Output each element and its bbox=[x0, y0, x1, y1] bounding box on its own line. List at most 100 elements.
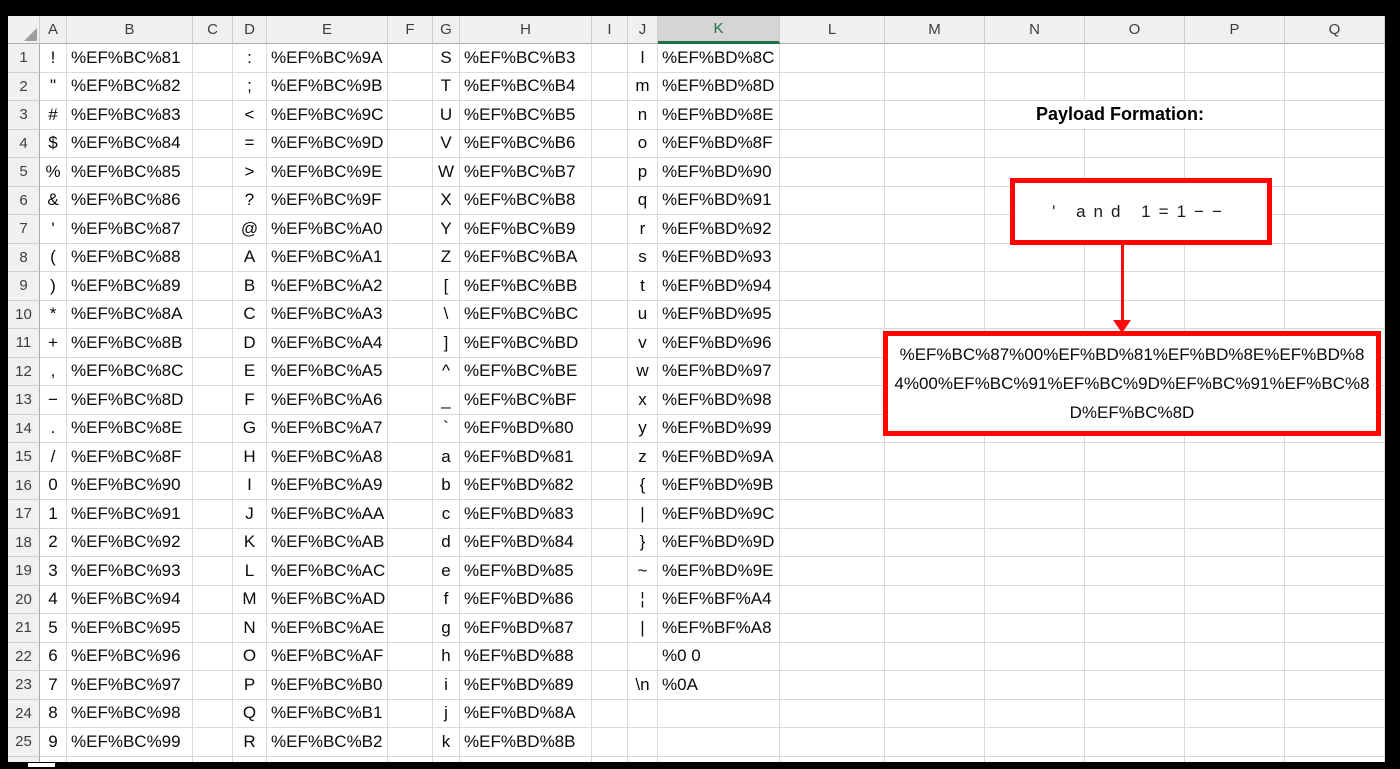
cell-p9[interactable] bbox=[1185, 272, 1285, 301]
cell-l11[interactable] bbox=[780, 329, 885, 358]
cell-k11[interactable]: %EF%BD%96 bbox=[658, 329, 780, 358]
cell-f6[interactable] bbox=[388, 186, 433, 215]
cell-l6[interactable] bbox=[780, 186, 885, 215]
cell-m10[interactable] bbox=[885, 300, 985, 329]
cell-p25[interactable] bbox=[1185, 728, 1285, 757]
cell-p[interactable] bbox=[1185, 756, 1285, 762]
cell-l5[interactable] bbox=[780, 158, 885, 187]
cell-o24[interactable] bbox=[1085, 699, 1185, 728]
row-header-9[interactable]: 9 bbox=[8, 272, 40, 301]
row-header-7[interactable]: 7 bbox=[8, 215, 40, 244]
row-header-4[interactable]: 4 bbox=[8, 129, 40, 158]
cell-e1[interactable]: %EF%BC%9A bbox=[267, 44, 388, 73]
cell-i18[interactable] bbox=[592, 528, 628, 557]
cell-n17[interactable] bbox=[985, 500, 1085, 529]
cell-c2[interactable] bbox=[193, 72, 233, 101]
column-header-f[interactable]: F bbox=[388, 16, 433, 44]
cell-g5[interactable]: W bbox=[433, 158, 460, 187]
cell-q4[interactable] bbox=[1285, 129, 1385, 158]
payload-input-box[interactable]: ' and 1=1−− bbox=[1010, 178, 1272, 245]
cell-g21[interactable]: g bbox=[433, 614, 460, 643]
cell-o2[interactable] bbox=[1085, 72, 1185, 101]
cell-j15[interactable]: z bbox=[628, 443, 658, 472]
cell-m16[interactable] bbox=[885, 471, 985, 500]
cell-h12[interactable]: %EF%BC%BE bbox=[460, 357, 592, 386]
cell-n23[interactable] bbox=[985, 671, 1085, 700]
cell-c25[interactable] bbox=[193, 728, 233, 757]
cell-a25[interactable]: 9 bbox=[40, 728, 67, 757]
cell-f1[interactable] bbox=[388, 44, 433, 73]
row-header-19[interactable]: 19 bbox=[8, 557, 40, 586]
cell-f23[interactable] bbox=[388, 671, 433, 700]
cell-k20[interactable]: %EF%BF%A4 bbox=[658, 585, 780, 614]
cell-c24[interactable] bbox=[193, 699, 233, 728]
cell-i25[interactable] bbox=[592, 728, 628, 757]
cell-l18[interactable] bbox=[780, 528, 885, 557]
cell-a19[interactable]: 3 bbox=[40, 557, 67, 586]
cell-c18[interactable] bbox=[193, 528, 233, 557]
cell-o22[interactable] bbox=[1085, 642, 1185, 671]
cell-h5[interactable]: %EF%BC%B7 bbox=[460, 158, 592, 187]
cell-l14[interactable] bbox=[780, 414, 885, 443]
cell-j24[interactable] bbox=[628, 699, 658, 728]
cell-l[interactable] bbox=[780, 756, 885, 762]
row-header-13[interactable]: 13 bbox=[8, 386, 40, 415]
cell-b21[interactable]: %EF%BC%95 bbox=[67, 614, 193, 643]
cell-l25[interactable] bbox=[780, 728, 885, 757]
cell-i20[interactable] bbox=[592, 585, 628, 614]
cell-e16[interactable]: %EF%BC%A9 bbox=[267, 471, 388, 500]
cell-d12[interactable]: E bbox=[233, 357, 267, 386]
cell-l3[interactable] bbox=[780, 101, 885, 130]
cell-q1[interactable] bbox=[1285, 44, 1385, 73]
cell-c8[interactable] bbox=[193, 243, 233, 272]
cell-e20[interactable]: %EF%BC%AD bbox=[267, 585, 388, 614]
cell-c21[interactable] bbox=[193, 614, 233, 643]
cell-m4[interactable] bbox=[885, 129, 985, 158]
cell-e12[interactable]: %EF%BC%A5 bbox=[267, 357, 388, 386]
cell-j[interactable] bbox=[628, 756, 658, 762]
cell-h23[interactable]: %EF%BD%89 bbox=[460, 671, 592, 700]
cell-c7[interactable] bbox=[193, 215, 233, 244]
cell-n18[interactable] bbox=[985, 528, 1085, 557]
cell-k22[interactable]: %0 0 bbox=[658, 642, 780, 671]
cell-e8[interactable]: %EF%BC%A1 bbox=[267, 243, 388, 272]
cell-n9[interactable] bbox=[985, 272, 1085, 301]
cell-j18[interactable]: } bbox=[628, 528, 658, 557]
cell-i1[interactable] bbox=[592, 44, 628, 73]
cell-e15[interactable]: %EF%BC%A8 bbox=[267, 443, 388, 472]
cell-m6[interactable] bbox=[885, 186, 985, 215]
cell-c13[interactable] bbox=[193, 386, 233, 415]
cell-j17[interactable]: | bbox=[628, 500, 658, 529]
cell-b24[interactable]: %EF%BC%98 bbox=[67, 699, 193, 728]
cell-l22[interactable] bbox=[780, 642, 885, 671]
cell-o18[interactable] bbox=[1085, 528, 1185, 557]
cell-a13[interactable]: − bbox=[40, 386, 67, 415]
cell-g4[interactable]: V bbox=[433, 129, 460, 158]
cell-l2[interactable] bbox=[780, 72, 885, 101]
cell-d[interactable] bbox=[233, 756, 267, 762]
cell-o21[interactable] bbox=[1085, 614, 1185, 643]
cell-g25[interactable]: k bbox=[433, 728, 460, 757]
cell-l19[interactable] bbox=[780, 557, 885, 586]
cell-p4[interactable] bbox=[1185, 129, 1285, 158]
cell-b17[interactable]: %EF%BC%91 bbox=[67, 500, 193, 529]
cell-b6[interactable]: %EF%BC%86 bbox=[67, 186, 193, 215]
cell-h20[interactable]: %EF%BD%86 bbox=[460, 585, 592, 614]
cell-g17[interactable]: c bbox=[433, 500, 460, 529]
cell-g6[interactable]: X bbox=[433, 186, 460, 215]
cell-h2[interactable]: %EF%BC%B4 bbox=[460, 72, 592, 101]
cell-k[interactable] bbox=[658, 756, 780, 762]
cell-a23[interactable]: 7 bbox=[40, 671, 67, 700]
cell-d1[interactable]: : bbox=[233, 44, 267, 73]
cell-m3[interactable] bbox=[885, 101, 985, 130]
row-header-18[interactable]: 18 bbox=[8, 528, 40, 557]
cell-a22[interactable]: 6 bbox=[40, 642, 67, 671]
cell-a12[interactable]: , bbox=[40, 357, 67, 386]
cell-c19[interactable] bbox=[193, 557, 233, 586]
cell-f9[interactable] bbox=[388, 272, 433, 301]
cell-l13[interactable] bbox=[780, 386, 885, 415]
cell-d22[interactable]: O bbox=[233, 642, 267, 671]
cell-d17[interactable]: J bbox=[233, 500, 267, 529]
cell-o10[interactable] bbox=[1085, 300, 1185, 329]
cell-p21[interactable] bbox=[1185, 614, 1285, 643]
